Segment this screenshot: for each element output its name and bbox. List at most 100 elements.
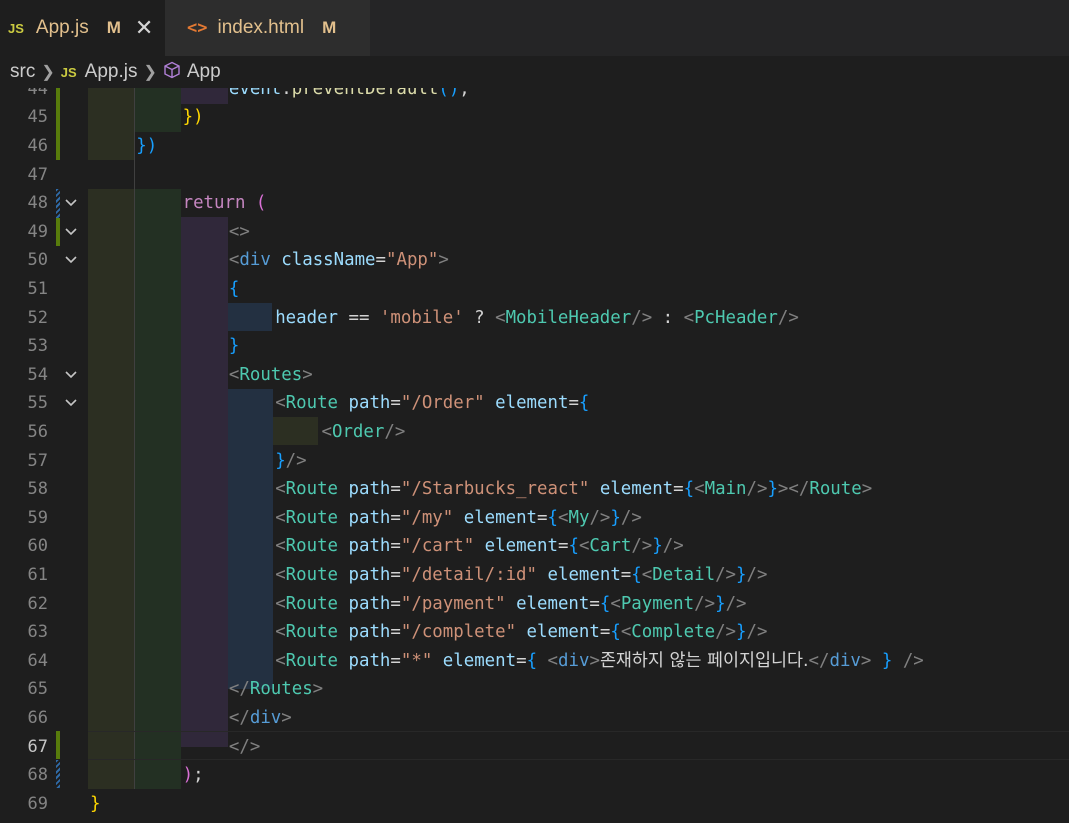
code-text: <Routes> xyxy=(228,364,313,385)
line-number: 52 xyxy=(27,307,48,328)
close-icon[interactable]: ✕ xyxy=(135,15,153,41)
line-number: 63 xyxy=(27,622,48,643)
code-text: } xyxy=(90,793,101,814)
chevron-down-icon[interactable] xyxy=(62,189,80,218)
breadcrumb-file[interactable]: App.js xyxy=(85,61,138,83)
line-number: 48 xyxy=(27,193,48,214)
chevron-down-icon[interactable] xyxy=(62,218,80,247)
code-text: { xyxy=(228,278,240,299)
code-line[interactable]: 58 <Route path="/Starbucks_react" element… xyxy=(0,475,1069,504)
code-line[interactable]: 66 </div> xyxy=(0,704,1069,733)
code-text: <Route path="/my" element={<My/>}/> xyxy=(275,507,642,528)
chevron-right-icon: ❯ xyxy=(41,64,55,81)
modified-badge: M xyxy=(106,18,121,37)
code-text: <Route path="/Order" element={ xyxy=(275,393,590,414)
chevron-right-icon: ❯ xyxy=(143,64,157,81)
code-line[interactable]: 44 event.preventDefault(); xyxy=(0,88,1069,103)
line-number: 50 xyxy=(27,250,48,271)
line-number: 67 xyxy=(27,736,48,757)
line-number: 47 xyxy=(27,164,48,185)
code-text: </Routes> xyxy=(228,679,324,700)
line-number: 46 xyxy=(27,135,48,156)
chevron-down-icon[interactable] xyxy=(62,389,80,418)
line-number: 68 xyxy=(27,765,48,786)
line-number: 54 xyxy=(27,364,48,385)
code-line[interactable]: 51 { xyxy=(0,275,1069,304)
line-number: 53 xyxy=(27,336,48,357)
line-number: 44 xyxy=(27,88,48,99)
breadcrumb-folder[interactable]: src xyxy=(10,61,35,83)
code-line[interactable]: 52 header == 'mobile' ? <MobileHeader/> :… xyxy=(0,304,1069,333)
code-line[interactable]: 55 <Route path="/Order" element={ xyxy=(0,389,1069,418)
chevron-down-icon[interactable] xyxy=(62,361,80,390)
chevron-down-icon[interactable] xyxy=(62,246,80,275)
tab-app-js[interactable]: JS App.js M ✕ xyxy=(0,0,165,56)
breadcrumb: src ❯ JS App.js ❯ App xyxy=(0,56,1069,88)
code-text: <Route path="/payment" element={<Payment… xyxy=(275,593,747,614)
code-text: <Route path="/cart" element={<Cart/>}/> xyxy=(275,536,684,557)
line-number: 59 xyxy=(27,507,48,528)
code-line[interactable]: 65 </Routes> xyxy=(0,675,1069,704)
code-line[interactable]: 57 }/> xyxy=(0,447,1069,476)
code-line[interactable]: 69} xyxy=(0,790,1069,819)
code-text: }/> xyxy=(275,450,307,471)
code-line[interactable]: 67 </> xyxy=(0,733,1069,762)
code-text: return ( xyxy=(182,193,267,214)
tab-bar: JS App.js M ✕ <> index.html M xyxy=(0,0,1069,56)
line-number: 55 xyxy=(27,393,48,414)
code-text: event.preventDefault(); xyxy=(228,88,470,99)
code-text: }) xyxy=(136,135,158,156)
line-number: 61 xyxy=(27,564,48,585)
tab-label: App.js xyxy=(35,17,89,38)
js-file-icon: JS xyxy=(60,64,77,80)
code-text: <> xyxy=(228,221,250,242)
line-number: 57 xyxy=(27,450,48,471)
code-text: <Route path="/detail/:id" element={<Deta… xyxy=(275,564,768,585)
line-number: 49 xyxy=(27,221,48,242)
code-line[interactable]: 49 <> xyxy=(0,218,1069,247)
code-text: header == 'mobile' ? <MobileHeader/> : <… xyxy=(275,307,799,328)
code-line[interactable]: 54 <Routes> xyxy=(0,361,1069,390)
code-text: <div className="App"> xyxy=(228,250,449,271)
line-number: 65 xyxy=(27,679,48,700)
line-number: 51 xyxy=(27,278,48,299)
code-line[interactable]: 68); xyxy=(0,761,1069,790)
code-line[interactable]: 53} xyxy=(0,332,1069,361)
line-number: 69 xyxy=(27,793,48,814)
breadcrumb-symbol[interactable]: App xyxy=(187,61,221,83)
code-line[interactable]: 60 <Route path="/cart" element={<Cart/>}/… xyxy=(0,532,1069,561)
line-number: 66 xyxy=(27,707,48,728)
code-line[interactable]: 45}) xyxy=(0,103,1069,132)
code-line[interactable]: 59 <Route path="/my" element={<My/>}/> xyxy=(0,504,1069,533)
modified-badge: M xyxy=(322,18,337,37)
code-line[interactable]: 46}) xyxy=(0,132,1069,161)
code-line[interactable]: 64 <Route path="*" element={ <div>존재하지 않는… xyxy=(0,647,1069,676)
line-number: 45 xyxy=(27,107,48,128)
code-text: } xyxy=(228,336,240,357)
code-line[interactable]: 47 xyxy=(0,161,1069,190)
code-line[interactable]: 62 <Route path="/payment" element={<Payme… xyxy=(0,590,1069,619)
code-text: <Route path="*" element={ <div>존재하지 않는 페… xyxy=(275,650,924,671)
js-file-icon: JS xyxy=(8,20,24,36)
line-number: 56 xyxy=(27,421,48,442)
code-text: ); xyxy=(182,765,204,786)
code-line[interactable]: 48 return ( xyxy=(0,189,1069,218)
tab-label: index.html xyxy=(217,17,305,38)
code-editor[interactable]: 44 event.preventDefault(); 45}) 46}) 47 48 ret… xyxy=(0,88,1069,823)
line-number: 62 xyxy=(27,593,48,614)
code-text: <Route path="/complete" element={<Comple… xyxy=(275,622,768,643)
line-number: 58 xyxy=(27,479,48,500)
code-text: </div> xyxy=(228,707,292,728)
code-line[interactable]: 56 <Order/> xyxy=(0,418,1069,447)
line-number: 60 xyxy=(27,536,48,557)
code-line[interactable]: 63 <Route path="/complete" element={<Comp… xyxy=(0,618,1069,647)
code-text: </> xyxy=(228,736,261,757)
html-file-icon: <> xyxy=(187,18,208,38)
code-line[interactable]: 50 <div className="App"> xyxy=(0,246,1069,275)
cube-icon xyxy=(163,61,181,84)
code-text: }) xyxy=(182,107,204,128)
code-line[interactable]: 61 <Route path="/detail/:id" element={<De… xyxy=(0,561,1069,590)
code-text: <Order/> xyxy=(321,421,406,442)
line-number: 64 xyxy=(27,650,48,671)
tab-index-html[interactable]: <> index.html M xyxy=(165,0,370,56)
